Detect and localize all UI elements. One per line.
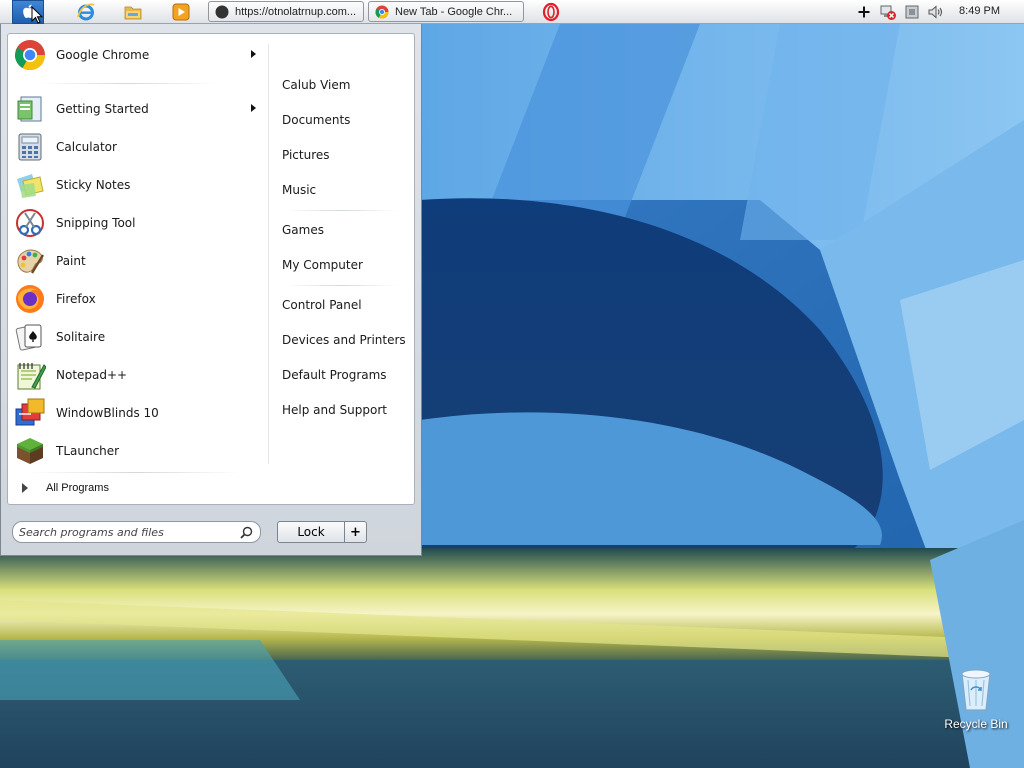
mouse-cursor-icon: [31, 6, 43, 24]
separator: [286, 285, 396, 286]
search-box[interactable]: [12, 521, 261, 543]
folder-icon[interactable]: [123, 2, 143, 22]
search-icon[interactable]: [240, 526, 253, 539]
task-label: https://otnolatrnup.com...: [235, 5, 357, 18]
chrome-icon: [375, 5, 389, 19]
program-item-windowblinds[interactable]: WindowBlinds 10: [10, 396, 262, 430]
task-button-chrome[interactable]: New Tab - Google Chr...: [368, 1, 524, 22]
clock[interactable]: 8:49 PM: [959, 5, 1000, 17]
task-label: New Tab - Google Chr...: [395, 5, 513, 18]
link-default-programs[interactable]: Default Programs: [282, 368, 387, 382]
program-label: Sticky Notes: [56, 178, 131, 192]
link-games[interactable]: Games: [282, 223, 324, 237]
link-user-folder[interactable]: Calub Viem: [282, 78, 350, 92]
program-item-notepad-plus-plus[interactable]: Notepad++: [10, 358, 262, 392]
network-error-icon[interactable]: [879, 3, 897, 21]
solitaire-icon: [15, 324, 42, 351]
paint-icon: [17, 249, 45, 274]
volume-icon[interactable]: [927, 3, 945, 21]
program-item-snipping-tool[interactable]: Snipping Tool: [10, 206, 262, 240]
program-label: Solitaire: [56, 330, 106, 344]
program-label: Calculator: [56, 140, 117, 154]
taskbar: https://otnolatrnup.com... New Tab - Goo…: [0, 0, 1024, 24]
separator: [38, 83, 218, 84]
start-menu-body: Google Chrome Getting Started Calculator…: [7, 33, 415, 505]
program-item-getting-started[interactable]: Getting Started: [10, 92, 262, 126]
programs-pane: Google Chrome Getting Started Calculator…: [8, 34, 268, 504]
start-menu: Google Chrome Getting Started Calculator…: [0, 24, 422, 556]
plus-icon[interactable]: [855, 3, 873, 21]
program-item-tlauncher[interactable]: TLauncher: [10, 434, 262, 468]
link-my-computer[interactable]: My Computer: [282, 258, 363, 272]
program-label: Google Chrome: [56, 48, 150, 62]
opera-icon[interactable]: [541, 2, 561, 22]
lock-options-button[interactable]: +: [344, 521, 367, 543]
program-label: Notepad++: [56, 368, 128, 382]
firefox-icon: [16, 285, 44, 313]
link-devices-and-printers[interactable]: Devices and Printers: [282, 333, 406, 347]
pane-divider: [268, 44, 269, 464]
program-item-solitaire[interactable]: Solitaire: [10, 320, 262, 354]
link-help-and-support[interactable]: Help and Support: [282, 403, 387, 417]
program-item-calculator[interactable]: Calculator: [10, 130, 262, 164]
program-label: TLauncher: [56, 444, 120, 458]
desktop-icon-recycle-bin[interactable]: Recycle Bin: [940, 666, 1012, 736]
search-input[interactable]: [19, 524, 229, 540]
task-button-website[interactable]: https://otnolatrnup.com...: [208, 1, 364, 22]
ie-icon[interactable]: [76, 2, 96, 22]
snipping-tool-icon: [16, 209, 44, 237]
power-icon[interactable]: [903, 3, 921, 21]
sticky-notes-icon: [17, 174, 44, 198]
chrome-icon: [14, 40, 46, 71]
globe-icon: [215, 5, 229, 18]
program-label: Paint: [56, 254, 86, 268]
tlauncher-icon: [17, 438, 43, 464]
all-programs-button[interactable]: All Programs: [22, 482, 109, 494]
getting-started-icon: [17, 96, 42, 122]
link-control-panel[interactable]: Control Panel: [282, 298, 362, 312]
separator: [286, 210, 396, 211]
media-player-icon[interactable]: [171, 2, 191, 22]
lock-button[interactable]: Lock: [277, 521, 345, 543]
start-button[interactable]: [12, 0, 44, 24]
submenu-arrow-icon[interactable]: [251, 50, 256, 58]
program-item-google-chrome[interactable]: Google Chrome: [10, 38, 262, 72]
calculator-icon: [18, 133, 42, 161]
program-label: Snipping Tool: [56, 216, 136, 230]
program-item-firefox[interactable]: Firefox: [10, 282, 262, 316]
places-pane: Calub Viem Documents Pictures Music Game…: [276, 34, 414, 504]
program-label: Firefox: [56, 292, 96, 306]
submenu-arrow-icon[interactable]: [251, 104, 256, 112]
link-music[interactable]: Music: [282, 183, 316, 197]
recycle-bin-icon: [961, 669, 991, 711]
program-label: Getting Started: [56, 102, 149, 116]
desktop-icon-label: Recycle Bin: [944, 717, 1008, 731]
all-programs-label: All Programs: [46, 482, 109, 494]
link-pictures[interactable]: Pictures: [282, 148, 330, 162]
expand-arrow-icon: [22, 483, 28, 493]
link-documents[interactable]: Documents: [282, 113, 350, 127]
program-item-sticky-notes[interactable]: Sticky Notes: [10, 168, 262, 202]
windowblinds-icon: [15, 398, 45, 426]
program-label: WindowBlinds 10: [56, 406, 159, 420]
separator: [28, 472, 242, 473]
program-item-paint[interactable]: Paint: [10, 244, 262, 278]
notepad-plus-plus-icon: [17, 363, 46, 390]
